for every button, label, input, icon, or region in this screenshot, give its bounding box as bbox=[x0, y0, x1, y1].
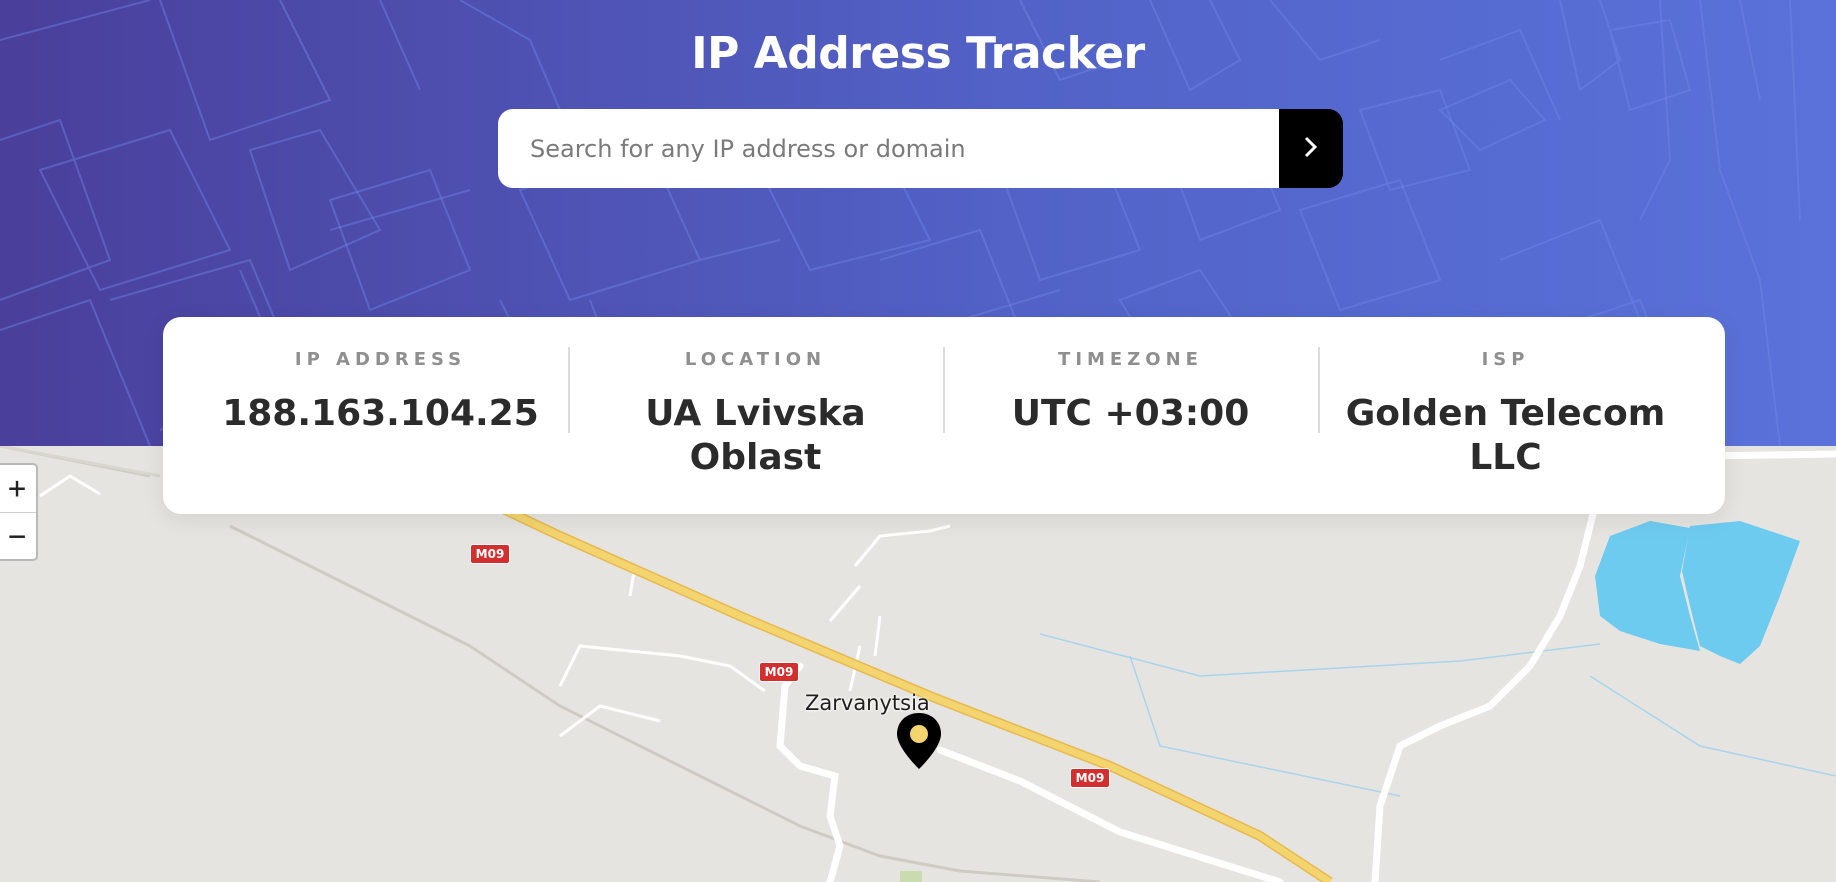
map-zoom-control: + − bbox=[0, 463, 38, 561]
info-value: UA Lvivska Oblast bbox=[645, 393, 866, 478]
zoom-out-button[interactable]: − bbox=[0, 512, 36, 559]
ip-info-card: IP ADDRESS 188.163.104.25 LOCATION UA Lv… bbox=[163, 317, 1725, 514]
info-ip-address: IP ADDRESS 188.163.104.25 bbox=[163, 317, 568, 514]
search-form bbox=[498, 109, 1343, 188]
page-title: IP Address Tracker bbox=[691, 28, 1145, 79]
info-value: Golden Telecom LLC bbox=[1345, 393, 1666, 478]
info-timezone: TIMEZONE UTC +03:00 bbox=[943, 317, 1318, 514]
road-shield: M09 bbox=[470, 544, 510, 564]
info-value: 188.163.104.25 bbox=[222, 393, 539, 434]
info-label: IP ADDRESS bbox=[294, 349, 467, 370]
search-submit-button[interactable] bbox=[1279, 109, 1343, 188]
info-value: UTC +03:00 bbox=[1011, 393, 1250, 434]
road-shield: M09 bbox=[759, 662, 799, 682]
chevron-right-icon bbox=[1304, 136, 1318, 161]
info-location: LOCATION UA Lvivska Oblast bbox=[568, 317, 943, 514]
info-label: ISP bbox=[1481, 349, 1530, 370]
info-label: TIMEZONE bbox=[1058, 349, 1203, 370]
info-label: LOCATION bbox=[684, 349, 827, 370]
road-shield: M09 bbox=[1070, 768, 1110, 788]
zoom-in-button[interactable]: + bbox=[0, 465, 36, 512]
location-pin-icon[interactable] bbox=[895, 711, 943, 771]
info-isp: ISP Golden Telecom LLC bbox=[1318, 317, 1693, 514]
search-input[interactable] bbox=[498, 109, 1279, 188]
